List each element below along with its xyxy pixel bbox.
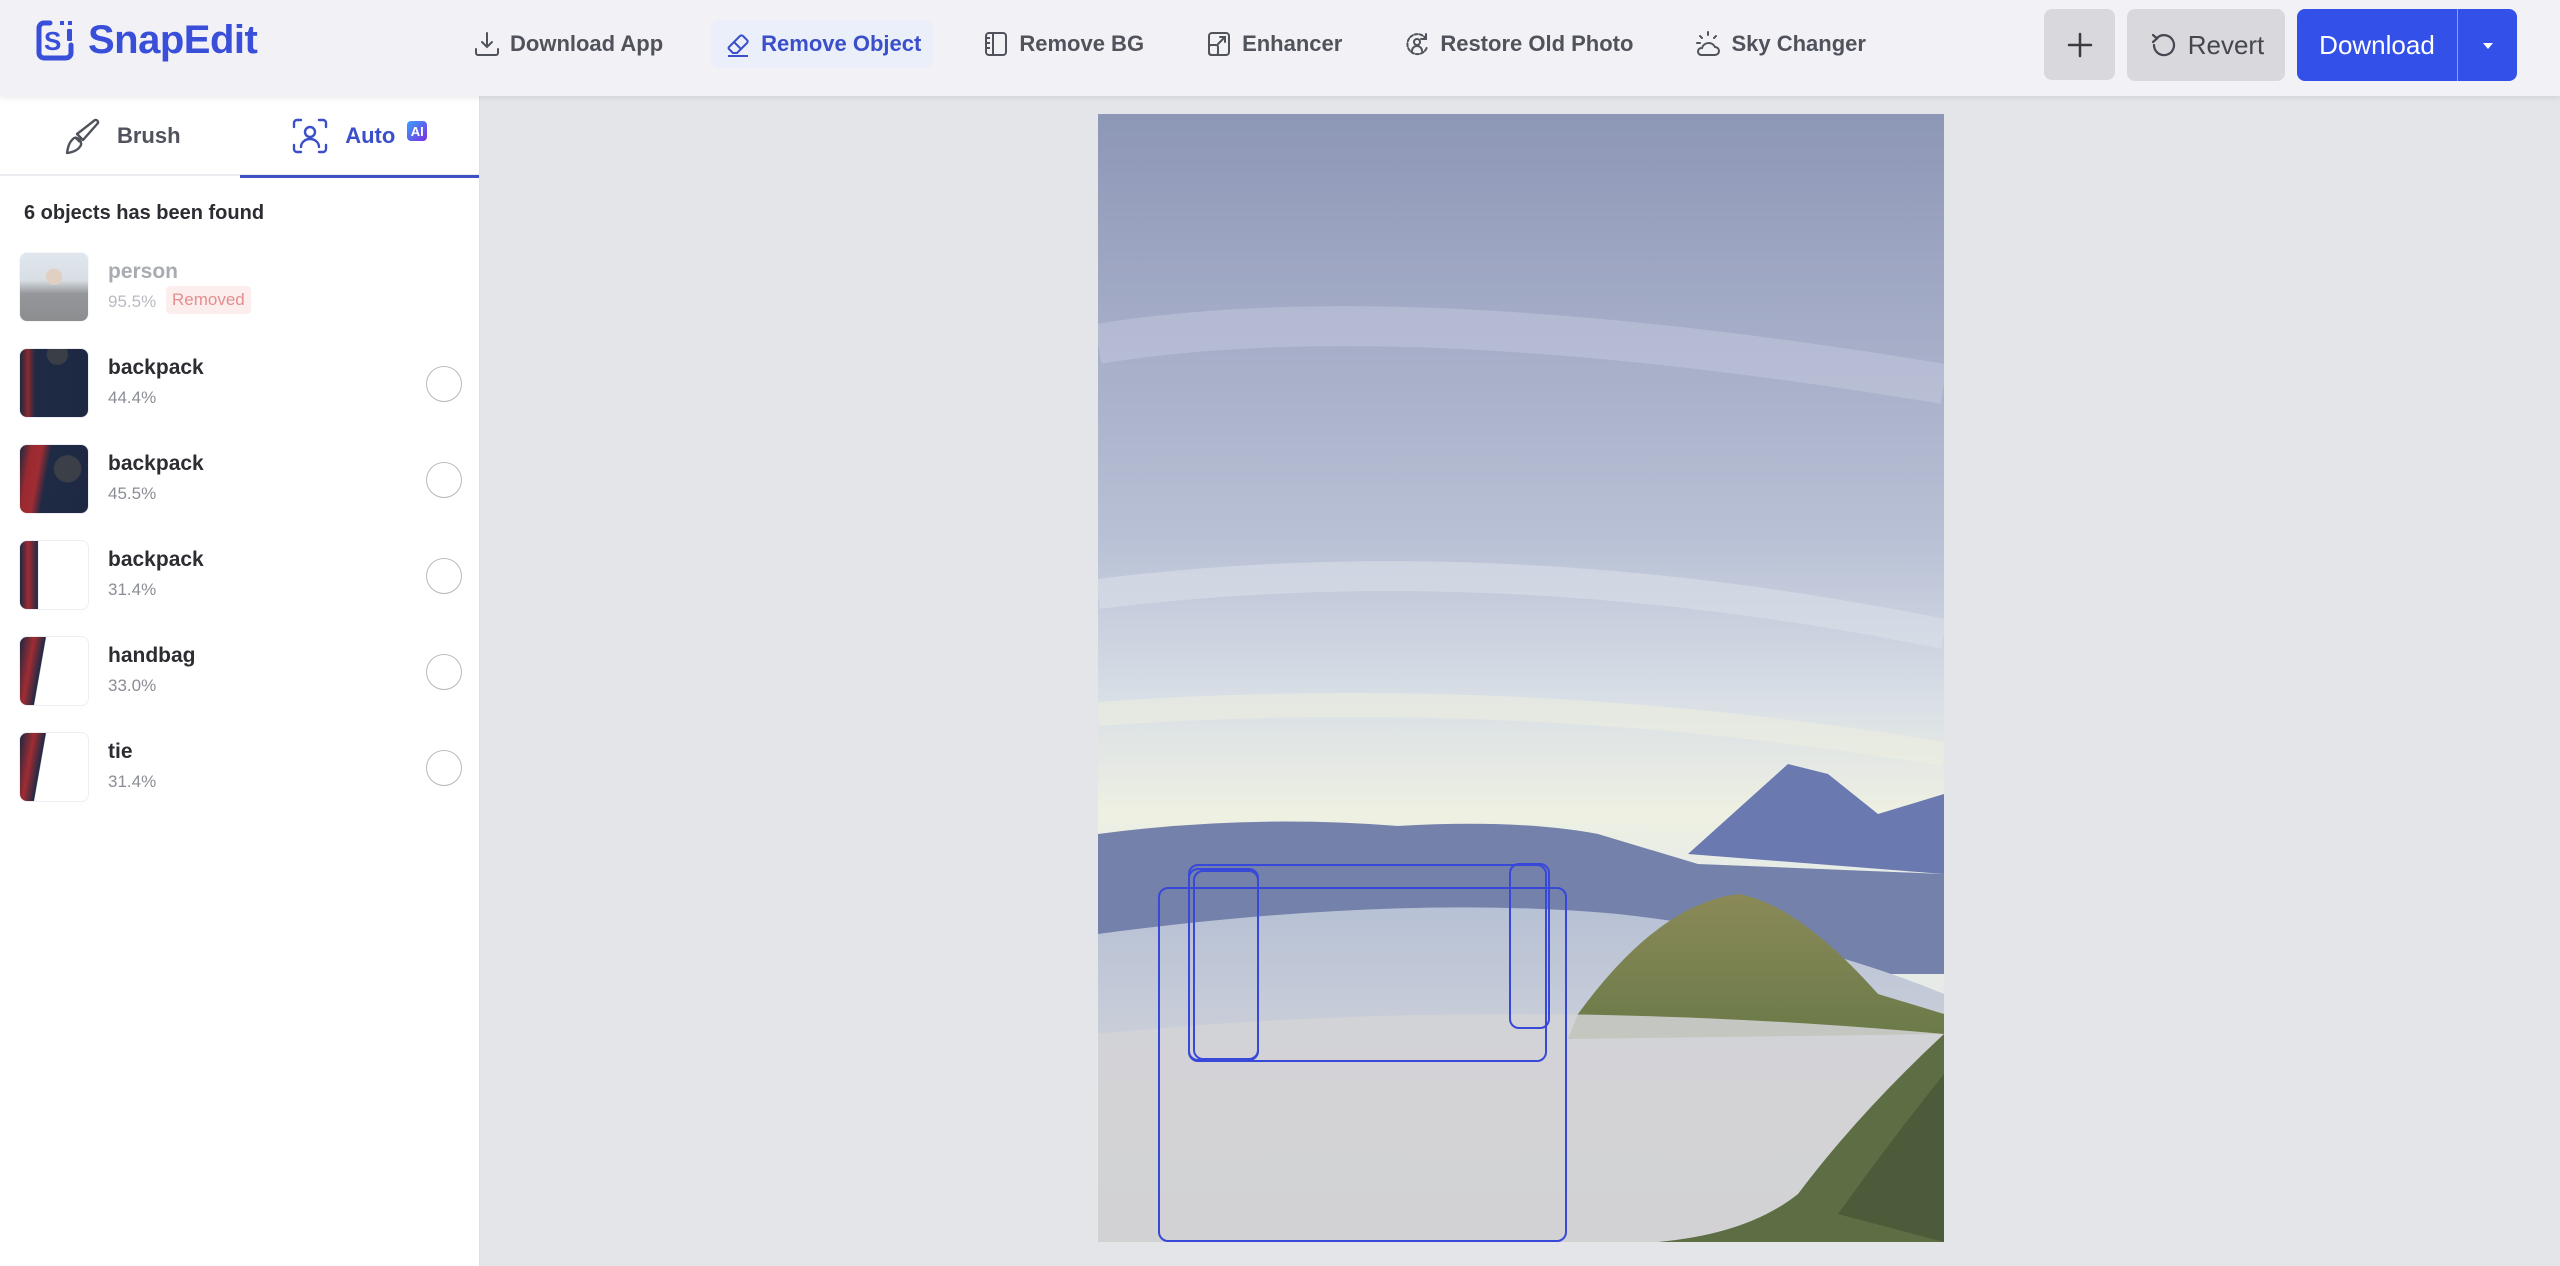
object-score: 45.5% <box>108 484 157 503</box>
detection-box-backpack[interactable] <box>1509 863 1550 1029</box>
detection-box-tie[interactable] <box>1193 870 1259 1060</box>
restore-face-icon <box>1406 33 1429 56</box>
mode-tabs: Brush Auto AI <box>0 96 480 178</box>
nav-label: Sky Changer <box>1731 31 1866 56</box>
app-name: SnapEdit <box>88 17 258 62</box>
tab-brush[interactable]: Brush <box>0 96 240 176</box>
select-object-radio[interactable] <box>426 750 462 786</box>
object-score: 33.0% <box>108 676 157 695</box>
select-object-radio[interactable] <box>426 654 462 690</box>
top-header: S SnapEdit Download App Remove Object Re… <box>0 0 2560 96</box>
enhance-icon <box>1208 32 1231 56</box>
undo-icon <box>2151 33 2175 57</box>
ai-badge: AI <box>407 121 428 141</box>
image-canvas[interactable] <box>1098 114 1944 1242</box>
download-label: Download <box>2319 29 2435 60</box>
object-item[interactable]: handbag 33.0% <box>0 632 480 728</box>
sun-cloud-icon <box>1696 31 1721 56</box>
object-score: 95.5% <box>108 292 157 311</box>
download-icon <box>475 32 499 56</box>
objects-sidebar: Brush Auto AI 6 objects has been found p… <box>0 96 480 1266</box>
nav-enhancer[interactable]: Enhancer <box>1192 20 1354 68</box>
nav-download-app[interactable]: Download App <box>460 20 675 68</box>
removed-badge: Removed <box>166 286 251 314</box>
tab-auto[interactable]: Auto AI <box>239 96 480 178</box>
download-button[interactable]: Download <box>2297 9 2457 81</box>
nav-remove-bg[interactable]: Remove BG <box>969 20 1156 68</box>
remove-bg-icon <box>985 32 1008 56</box>
svg-text:S: S <box>44 26 61 56</box>
detected-objects-list: person 95.5% Removed backpack 44.4% back… <box>0 248 480 824</box>
object-item[interactable]: backpack 45.5% <box>0 440 480 536</box>
object-item[interactable]: backpack 44.4% <box>0 344 480 440</box>
download-options-button[interactable] <box>2458 9 2517 81</box>
object-name: handbag <box>108 644 196 667</box>
nav-restore-old-photo[interactable]: Restore Old Photo <box>1390 20 1645 68</box>
revert-button[interactable]: Revert <box>2127 9 2285 81</box>
object-thumbnail <box>19 252 89 322</box>
select-object-radio[interactable] <box>426 462 462 498</box>
nav-sky-changer[interactable]: Sky Changer <box>1681 20 1878 68</box>
object-name: tie <box>108 740 133 763</box>
brush-icon <box>65 118 100 155</box>
nav-remove-object[interactable]: Remove Object <box>711 20 934 68</box>
nav-label: Remove BG <box>1019 31 1145 56</box>
tab-label: Auto <box>345 123 396 148</box>
nav-label: Download App <box>510 31 664 56</box>
caret-down-icon <box>2482 43 2493 49</box>
object-item[interactable]: person 95.5% Removed <box>0 248 480 344</box>
object-thumbnail <box>19 732 89 802</box>
object-item[interactable]: tie 31.4% <box>0 728 480 824</box>
snapedit-logo-icon: S <box>36 20 74 61</box>
plus-icon <box>2067 32 2092 57</box>
main-nav: Download App Remove Object Remove BG Enh… <box>460 20 1914 68</box>
app-logo[interactable]: S SnapEdit <box>36 16 258 64</box>
face-scan-icon <box>293 118 328 154</box>
object-score: 44.4% <box>108 388 157 407</box>
select-object-radio[interactable] <box>426 366 462 402</box>
nav-label: Restore Old Photo <box>1440 31 1634 56</box>
nav-label: Remove Object <box>761 31 922 56</box>
object-item[interactable]: backpack 31.4% <box>0 536 480 632</box>
object-name: backpack <box>108 356 204 379</box>
add-image-button[interactable] <box>2044 9 2115 80</box>
object-score: 31.4% <box>108 580 157 599</box>
object-thumbnail <box>19 444 89 514</box>
object-score: 31.4% <box>108 772 157 791</box>
object-name: person <box>108 260 179 283</box>
select-object-radio[interactable] <box>426 558 462 594</box>
tab-label: Brush <box>116 123 181 148</box>
object-thumbnail <box>19 540 89 610</box>
object-name: backpack <box>108 452 204 475</box>
object-thumbnail <box>19 636 89 706</box>
objects-found-title: 6 objects has been found <box>24 202 265 224</box>
object-name: backpack <box>108 548 204 571</box>
object-thumbnail <box>19 348 89 418</box>
nav-label: Enhancer <box>1242 31 1343 56</box>
eraser-icon <box>727 34 749 57</box>
revert-label: Revert <box>2187 29 2265 60</box>
